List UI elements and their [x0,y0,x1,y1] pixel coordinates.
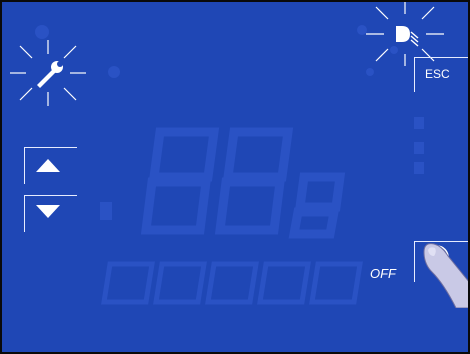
up-arrow-button[interactable] [24,147,77,184]
hand-pointer-icon [423,243,468,308]
down-arrow-button[interactable] [24,195,77,232]
control-panel-display: ESC OFF OK [0,0,470,354]
off-label: OFF [370,266,396,281]
arrow-up-icon [36,159,60,172]
arrow-down-icon [36,205,60,218]
wrench-icon [8,38,88,108]
esc-button-label: ESC [425,67,450,81]
esc-button[interactable]: ESC [414,57,468,92]
